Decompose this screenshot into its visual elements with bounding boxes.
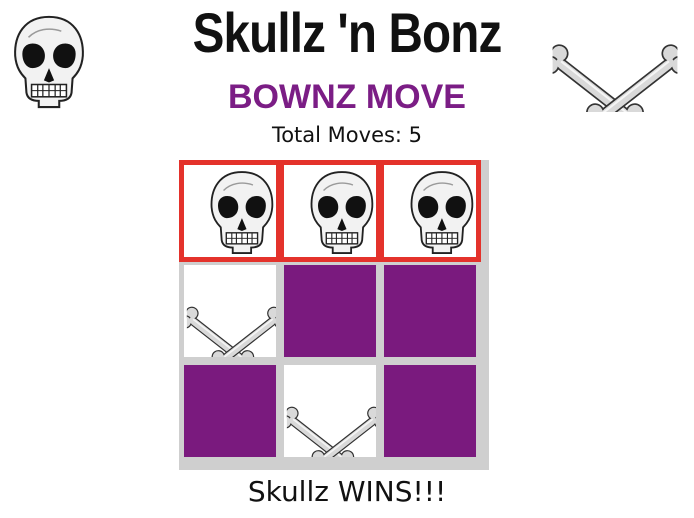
game-board (179, 160, 489, 470)
game-title: Skullz 'n Bonz (192, 1, 503, 64)
turn-indicator: BOWNZ MOVE (228, 78, 466, 116)
skull-icon (384, 165, 476, 257)
board-cell-2-2[interactable] (284, 265, 376, 357)
board-cell-2-3[interactable] (384, 265, 476, 357)
board-cell-3-2[interactable] (284, 365, 376, 457)
board-cell-1-1[interactable] (179, 160, 281, 262)
crossbones-icon (184, 265, 276, 357)
board-cell-3-1[interactable] (184, 365, 276, 457)
skull-icon (184, 165, 276, 257)
result-message: Skullz WINS!!! (247, 475, 447, 508)
board-cell-3-3[interactable] (384, 365, 476, 457)
board-cell-1-2[interactable] (279, 160, 381, 262)
move-counter: Total Moves: 5 (271, 123, 423, 147)
crossbones-icon (284, 365, 376, 457)
board-cell-1-3[interactable] (379, 160, 481, 262)
skull-icon (284, 165, 376, 257)
board-cell-2-1[interactable] (184, 265, 276, 357)
